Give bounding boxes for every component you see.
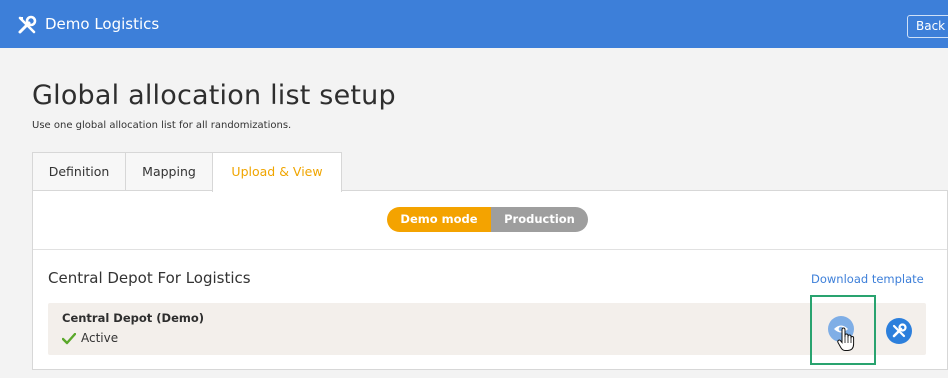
top-bar: Demo Logistics Back — [0, 0, 948, 48]
divider — [33, 249, 947, 250]
download-template-link[interactable]: Download template — [811, 272, 924, 286]
tab-upload-view[interactable]: Upload & View — [212, 152, 342, 192]
back-button[interactable]: Back — [907, 15, 948, 38]
tools-icon — [18, 15, 37, 34]
configure-button[interactable] — [886, 318, 912, 344]
page-title: Global allocation list setup — [32, 80, 396, 111]
status-label: Active — [81, 331, 119, 345]
page-subtitle: Use one global allocation list for all r… — [32, 120, 292, 131]
depot-row: Central Depot (Demo) Active — [48, 303, 926, 355]
mode-toggle: Demo mode Production — [387, 207, 588, 232]
app-title: Demo Logistics — [45, 15, 160, 33]
tools-icon — [892, 323, 907, 338]
tab-mapping[interactable]: Mapping — [125, 152, 213, 191]
production-mode-button[interactable]: Production — [491, 207, 588, 232]
demo-mode-button[interactable]: Demo mode — [387, 207, 491, 232]
depot-section-title: Central Depot For Logistics — [48, 269, 251, 287]
checkmark-icon — [62, 333, 76, 345]
depot-name: Central Depot (Demo) — [62, 311, 205, 325]
tab-definition[interactable]: Definition — [32, 152, 126, 191]
hand-cursor-icon — [837, 327, 855, 351]
